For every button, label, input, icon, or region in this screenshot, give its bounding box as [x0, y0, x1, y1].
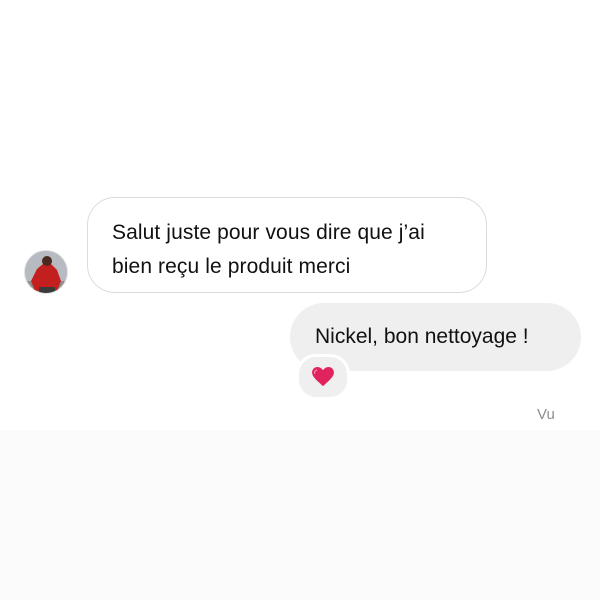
incoming-message-bubble[interactable]: Salut juste pour vous dire que j’ai bien… [87, 197, 487, 293]
seen-status: Vu [537, 406, 555, 423]
avatar[interactable] [24, 250, 68, 294]
avatar-photo [25, 251, 67, 293]
heart-icon [312, 367, 334, 387]
incoming-message-line-1: Salut juste pour vous dire que j’ai [112, 221, 425, 244]
message-thread: Salut juste pour vous dire que j’ai bien… [0, 0, 600, 600]
thread-background [0, 430, 600, 600]
message-reaction[interactable] [296, 354, 350, 400]
outgoing-message-text: Nickel, bon nettoyage ! [315, 325, 529, 348]
incoming-message-line-2: bien reçu le produit merci [112, 255, 351, 278]
